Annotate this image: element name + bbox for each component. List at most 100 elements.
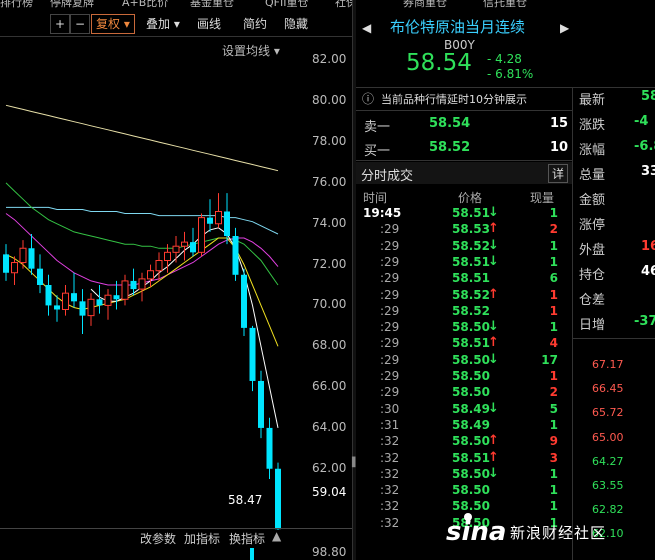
candle-body — [71, 293, 77, 302]
price-change: - 4.28 — [487, 52, 522, 66]
prev-symbol-icon[interactable]: ◀ — [362, 21, 371, 35]
y-tick-label: 72.00 — [312, 256, 347, 271]
candle-body — [28, 248, 35, 269]
ticks-panel-title: 分时成交 — [361, 169, 414, 184]
next-symbol-icon[interactable]: ▶ — [560, 21, 569, 35]
tick-qty: 5 — [549, 401, 558, 416]
draw-line-button[interactable]: 画线 — [197, 14, 221, 34]
tick-price: 58.50 — [452, 320, 490, 335]
tick-price: 58.51 — [452, 254, 490, 269]
tick-qty: 2 — [549, 385, 558, 400]
menu-item[interactable]: 信托重仓 — [483, 0, 527, 8]
switch-indicator-button[interactable]: 换指标 — [229, 530, 265, 547]
tick-time: :31 — [380, 417, 400, 432]
candle-body — [45, 285, 52, 306]
svg-text:sina: sina — [446, 517, 506, 547]
stat-label: 总量 — [579, 168, 606, 183]
mini-scale-label: 66.45 — [592, 382, 624, 396]
orderbook-qty: 15 — [550, 116, 569, 131]
stat-value: 58 — [641, 89, 655, 104]
add-indicator-button[interactable]: 加指标 — [184, 530, 220, 547]
watermark-text: 新浪财经社区 — [510, 524, 607, 542]
tick-price: 58.50 — [452, 385, 490, 400]
candle-body — [241, 274, 247, 328]
splitter-handle-icon[interactable]: ▌ — [352, 458, 359, 468]
tick-time: :29 — [380, 238, 400, 253]
candle-body — [96, 299, 103, 306]
price-change-pct: - 6.81% — [487, 67, 534, 81]
orderbook-price[interactable]: 58.52 — [429, 140, 470, 155]
tick-time: :29 — [380, 369, 400, 383]
candle-body — [130, 280, 137, 290]
tick-time: :29 — [380, 352, 400, 367]
y-tick-label: 66.00 — [312, 379, 347, 394]
kline-chart[interactable]: 设置均线 ▾ 82.00 80.00 78.00 76.00 74.00 72.00 70.… — [0, 40, 352, 530]
candle-body — [11, 262, 18, 274]
overlay-dropdown[interactable]: 叠加 ▾ — [146, 14, 180, 34]
candle-body — [215, 211, 222, 225]
y-tick-label: 74.00 — [312, 215, 347, 230]
tick-qty: 1 — [549, 483, 558, 498]
stat-label: 涨停 — [579, 218, 606, 233]
mini-scale-label: 65.00 — [592, 430, 624, 444]
simple-mode-button[interactable]: 简约 — [243, 14, 267, 34]
candle-body — [224, 211, 230, 236]
zoom-out-button[interactable]: − — [70, 14, 90, 34]
tick-price: 58.49 — [452, 401, 490, 416]
candle-body — [62, 292, 69, 311]
menu-item[interactable]: 券商重仓 — [403, 0, 447, 8]
arrow-up-icon: ↑ — [488, 449, 499, 465]
ticks-detail-button[interactable]: 详 — [548, 164, 569, 183]
chart-bottom-divider — [0, 528, 352, 529]
delay-notice: 当前品种行情延时10分钟展示 — [381, 93, 527, 106]
candle-body — [275, 468, 281, 530]
tick-price: 58.51 — [452, 206, 490, 220]
candle-body — [138, 278, 146, 290]
fuquan-dropdown[interactable]: 复权 ▾ — [91, 14, 135, 34]
menu-item[interactable]: 排行榜 — [0, 0, 33, 8]
top-menu-strip: 排行榜 停牌复牌 A+B比价 基金重仓 QFII重仓 社保重仓 — [0, 0, 355, 8]
tick-price: 58.50 — [452, 483, 490, 498]
menu-item[interactable]: QFII重仓 — [265, 0, 308, 8]
stat-value: 460 — [641, 264, 655, 279]
divider — [572, 88, 573, 560]
chart-toolbar: + − 复权 ▾ 叠加 ▾ 画线 简约 隐藏 — [0, 12, 355, 38]
menu-item[interactable]: A+B比价 — [122, 0, 168, 8]
arrow-down-icon: ↓ — [488, 400, 499, 416]
hide-button[interactable]: 隐藏 — [284, 14, 308, 34]
tick-price: 58.51 — [452, 336, 490, 351]
y-tick-label: 82.00 — [312, 52, 347, 67]
tick-price: 58.52 — [452, 287, 490, 302]
arrow-up-icon: ↑ — [488, 221, 499, 237]
subchart-top-value: 98.80 — [312, 545, 347, 559]
tick-time: :32 — [380, 499, 400, 514]
tick-qty: 1 — [549, 369, 558, 383]
expand-up-icon[interactable]: ▲ — [272, 529, 281, 543]
arrow-down-icon: ↓ — [488, 237, 499, 253]
stat-value: 169 — [641, 239, 655, 254]
change-params-button[interactable]: 改参数 — [140, 530, 176, 547]
tick-qty: 1 — [549, 238, 558, 253]
menu-item[interactable]: 基金重仓 — [190, 0, 234, 8]
orderbook-qty: 10 — [550, 140, 569, 155]
candle-body — [266, 427, 273, 469]
tick-qty: 9 — [549, 434, 558, 449]
candle-body — [79, 301, 86, 316]
col-header-price: 价格 — [458, 191, 483, 205]
tick-time: :29 — [380, 303, 400, 318]
tick-time: :29 — [380, 320, 400, 335]
arrow-down-icon: ↓ — [488, 319, 499, 335]
candle-body — [3, 254, 9, 273]
tick-price: 58.50 — [452, 434, 490, 449]
y-tick-label: 68.00 — [312, 338, 347, 353]
tick-time: :29 — [380, 271, 400, 286]
ticks-header-bar: 分时成交 详 — [356, 162, 572, 184]
ma-line — [5, 104, 279, 172]
toolbar-divider — [0, 36, 352, 37]
y-tick-label: 76.00 — [312, 174, 347, 189]
menu-item[interactable]: 停牌复牌 — [50, 0, 94, 8]
orderbook-price[interactable]: 58.54 — [429, 116, 470, 131]
arrow-up-icon: ↑ — [488, 286, 499, 302]
zoom-in-button[interactable]: + — [50, 14, 70, 34]
stat-label: 最新 — [579, 93, 606, 108]
